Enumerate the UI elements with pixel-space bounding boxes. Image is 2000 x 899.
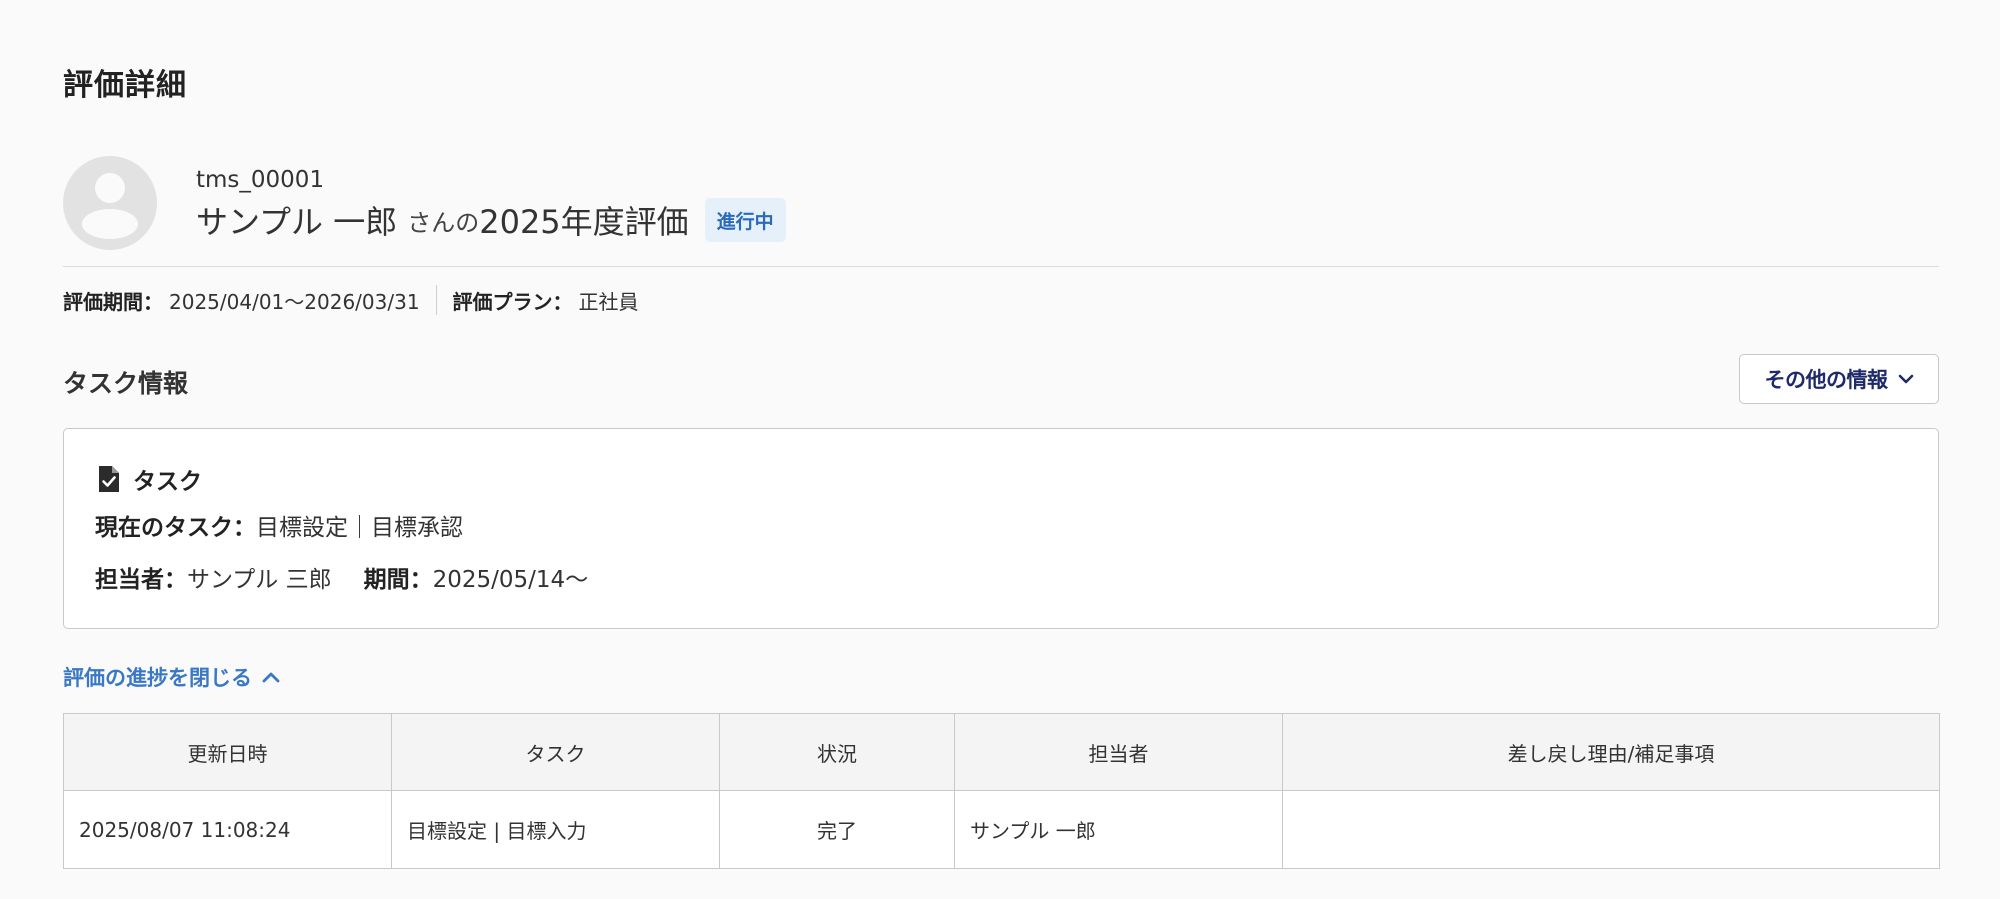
assignee-line: 担当者： サンプル 三郎 期間： 2025/05/14～ bbox=[95, 560, 588, 594]
assignee-value: サンプル 三郎 bbox=[187, 567, 332, 593]
page-title: 評価詳細 bbox=[63, 68, 187, 103]
table-row: 2025/08/07 11:08:24 目標設定 | 目標入力 完了 サンプル … bbox=[63, 790, 1940, 869]
period-value: 2025/04/01～2026/03/31 bbox=[169, 289, 420, 314]
employee-name-suffix: さんの bbox=[407, 208, 480, 237]
avatar bbox=[63, 156, 157, 250]
plan-label: 評価プラン： bbox=[452, 289, 573, 314]
evaluation-year: 2025年度評価 bbox=[479, 203, 689, 241]
column-header-assignee: 担当者 bbox=[954, 713, 1283, 791]
chevron-up-icon bbox=[262, 672, 280, 682]
document-check-icon bbox=[99, 466, 119, 492]
task-section-title: タスク情報 bbox=[63, 369, 189, 398]
current-task-label: 現在のタスク： bbox=[95, 515, 256, 541]
header-divider bbox=[63, 266, 1939, 267]
status-badge: 進行中 bbox=[704, 198, 786, 242]
evaluation-meta: 評価期間： 2025/04/01～2026/03/31 評価プラン： 正社員 bbox=[63, 284, 639, 316]
column-header-status: 状況 bbox=[719, 713, 955, 791]
avatar-head-shape bbox=[95, 173, 125, 203]
column-header-task: タスク bbox=[391, 713, 720, 791]
assignee-label: 担当者： bbox=[95, 567, 187, 593]
cell-assignee: サンプル 一郎 bbox=[954, 790, 1283, 869]
period-label: 評価期間： bbox=[63, 289, 163, 314]
progress-toggle-label: 評価の進捗を閉じる bbox=[63, 666, 252, 690]
task-period-value: 2025/05/14～ bbox=[432, 567, 589, 593]
employee-id: tms_00001 bbox=[196, 167, 325, 193]
progress-history-table: 更新日時 タスク 状況 担当者 差し戻し理由/補足事項 2025/08/07 1… bbox=[63, 713, 1940, 869]
plan-value: 正社員 bbox=[578, 289, 639, 314]
other-info-button[interactable]: その他の情報 bbox=[1739, 354, 1939, 404]
cell-task: 目標設定 | 目標入力 bbox=[391, 790, 720, 869]
task-period-label: 期間： bbox=[363, 567, 433, 593]
task-card-header: タスク bbox=[97, 461, 202, 497]
column-header-updated-at: 更新日時 bbox=[63, 713, 392, 791]
current-task-value: 目標設定｜目標承認 bbox=[256, 515, 463, 541]
progress-toggle-link[interactable]: 評価の進捗を閉じる bbox=[63, 660, 280, 694]
other-info-button-label: その他の情報 bbox=[1764, 369, 1889, 392]
meta-separator bbox=[435, 285, 437, 315]
column-header-remarks: 差し戻し理由/補足事項 bbox=[1282, 713, 1940, 791]
avatar-body-shape bbox=[82, 209, 138, 239]
chevron-down-icon bbox=[1898, 374, 1913, 384]
employee-name: サンプル 一郎 bbox=[196, 203, 398, 241]
cell-updated-at: 2025/08/07 11:08:24 bbox=[63, 790, 392, 869]
cell-status: 完了 bbox=[719, 790, 955, 869]
table-header-row: 更新日時 タスク 状況 担当者 差し戻し理由/補足事項 bbox=[63, 713, 1940, 791]
task-card-title: タスク bbox=[133, 469, 202, 495]
current-task-line: 現在のタスク： 目標設定｜目標承認 bbox=[95, 508, 463, 542]
evaluation-heading: サンプル 一郎 さんの 2025年度評価 進行中 bbox=[196, 198, 786, 242]
cell-remarks bbox=[1282, 790, 1940, 869]
